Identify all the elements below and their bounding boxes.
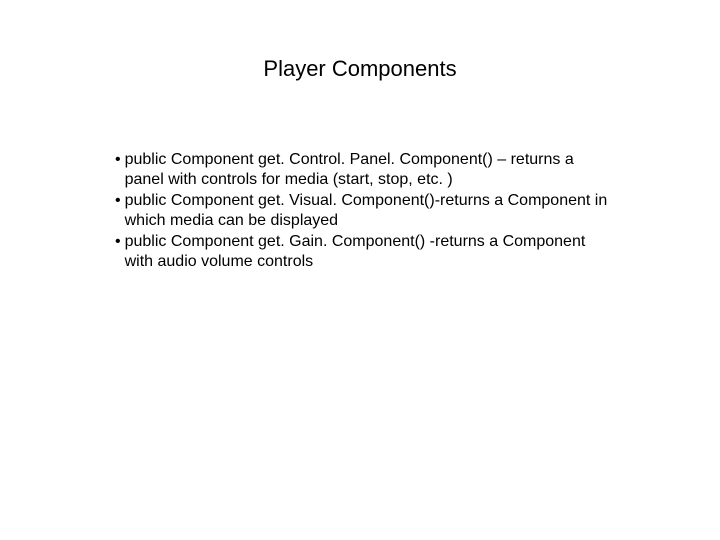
bullet-icon: • — [115, 150, 125, 191]
bullet-text: public Component get. Gain. Component() … — [125, 232, 615, 273]
bullet-icon: • — [115, 232, 125, 273]
bullet-text: public Component get. Control. Panel. Co… — [125, 150, 615, 191]
slide: Player Components • public Component get… — [0, 0, 720, 540]
list-item: • public Component get. Gain. Component(… — [115, 232, 615, 273]
slide-body: • public Component get. Control. Panel. … — [115, 150, 615, 273]
slide-title: Player Components — [0, 56, 720, 82]
bullet-text: public Component get. Visual. Component(… — [125, 191, 615, 232]
list-item: • public Component get. Control. Panel. … — [115, 150, 615, 191]
bullet-icon: • — [115, 191, 125, 232]
list-item: • public Component get. Visual. Componen… — [115, 191, 615, 232]
